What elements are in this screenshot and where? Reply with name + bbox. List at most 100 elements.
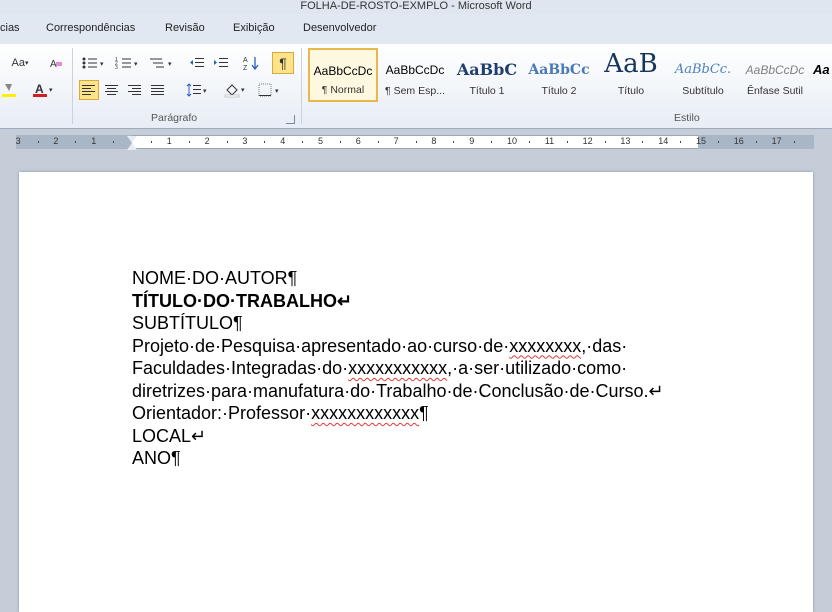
style-heading-1[interactable]: AaBbC Título 1: [452, 48, 522, 102]
bullets-button[interactable]: ▾: [79, 53, 109, 73]
year-line: ANO¶: [132, 448, 181, 468]
svg-text:▾: ▾: [275, 88, 279, 95]
ruler-tick-label: 1: [91, 136, 97, 146]
increase-indent-icon: [214, 58, 228, 67]
ruler-tick-mark: [717, 141, 719, 143]
ruler-left-margin: [16, 135, 132, 149]
pilcrow-icon: ¶: [279, 55, 287, 71]
ruler-tick-label: 7: [393, 136, 399, 146]
ruler-tick-mark: [75, 141, 77, 143]
ruler-tick-label: 9: [469, 136, 475, 146]
style-more[interactable]: Aa: [812, 48, 832, 102]
style-preview: AaBbC: [456, 60, 518, 79]
style-preview: AaBbCcDc: [313, 64, 373, 78]
ruler-tick-mark: [377, 141, 379, 143]
ruler-tick-label: 2: [53, 136, 59, 146]
style-heading-2[interactable]: AaBbCc Título 2: [524, 48, 594, 102]
decrease-indent-icon: [190, 58, 204, 67]
tab-mailings[interactable]: Correspondências: [46, 22, 135, 34]
ruler-tick-mark: [188, 141, 190, 143]
ruler-tick-mark: [339, 141, 341, 143]
styles-gallery: AaBbCcDc ¶ Normal AaBbCcDc ¶ Sem Esp... …: [306, 46, 832, 106]
svg-text:▾: ▾: [168, 61, 172, 68]
style-normal[interactable]: AaBbCcDc ¶ Normal: [308, 48, 378, 102]
clear-formatting-icon: A: [50, 59, 62, 70]
project-line-1: Projeto·de·Pesquisa·apresentado·ao·curso…: [132, 335, 672, 358]
ruler-tick-mark: [37, 141, 39, 143]
ribbon: Aa ▾ A A ▾ ▾ 1 2 3 ▾ ▾ AZ ¶ ▾ ▾ ▾ Parágr…: [0, 44, 832, 129]
document-body[interactable]: NOME·DO·AUTOR¶ TÍTULO·DO·TRABALHO↵ SUBTÍ…: [132, 267, 672, 470]
multilevel-list-button[interactable]: ▾: [147, 53, 177, 73]
style-preview: AaBbCcDc: [745, 63, 805, 77]
decrease-indent-button[interactable]: [187, 53, 207, 73]
text-run: Projeto·de·Pesquisa·apresentado·ao·curso…: [132, 335, 510, 356]
ruler-tick-mark: [566, 141, 568, 143]
borders-icon: ▾: [258, 83, 279, 97]
document-page[interactable]: NOME·DO·AUTOR¶ TÍTULO·DO·TRABALHO↵ SUBTÍ…: [19, 172, 813, 612]
svg-text:▾: ▾: [134, 61, 138, 68]
style-subtitle[interactable]: AaBbCc. Subtítulo: [668, 48, 738, 102]
first-line-indent-marker[interactable]: [127, 136, 137, 143]
clear-formatting-button[interactable]: A: [46, 53, 66, 73]
align-left-button[interactable]: [79, 80, 99, 100]
window-title: FOLHA-DE-ROSTO-EXMPLO - Microsoft Word: [300, 0, 532, 12]
svg-text:A: A: [243, 57, 248, 64]
font-color-button[interactable]: A ▾: [30, 80, 58, 100]
ruler-tick-label: 5: [318, 136, 324, 146]
style-name: Ênfase Sutil: [746, 85, 804, 97]
misspelled-word: xxxxxxxxxxxx: [311, 403, 420, 423]
line-spacing-icon: ▾: [186, 83, 207, 97]
align-right-button[interactable]: [125, 80, 145, 100]
justify-button[interactable]: [148, 80, 168, 100]
align-center-icon: [105, 85, 118, 95]
show-formatting-marks-button[interactable]: ¶: [272, 52, 294, 74]
svg-text:A: A: [50, 59, 57, 70]
justify-icon: [151, 85, 164, 95]
tab-view[interactable]: Exibição: [233, 22, 275, 34]
align-right-icon: [128, 85, 141, 95]
tab-references[interactable]: cias: [0, 22, 20, 34]
ruler-tick-label: 1: [166, 136, 172, 146]
horizontal-ruler[interactable]: 3 2 1 1 2 3 4 5 6 7 8 9 10 11 12 13 14 15 16 17: [0, 129, 832, 155]
ruler-tick-mark: [793, 141, 795, 143]
ruler-tick-mark: [453, 141, 455, 143]
style-title[interactable]: AaB Título: [596, 48, 666, 102]
highlight-color-button[interactable]: [0, 80, 18, 100]
style-no-spacing[interactable]: AaBbCcDc ¶ Sem Esp...: [380, 48, 450, 102]
tab-developer[interactable]: Desenvolvedor: [303, 22, 376, 34]
line-spacing-button[interactable]: ▾: [184, 80, 212, 100]
text-run: Orientador:·Professor·: [132, 403, 312, 423]
highlight-icon: [2, 84, 16, 97]
increase-indent-button[interactable]: [211, 53, 231, 73]
svg-text:▾: ▾: [241, 87, 245, 94]
ruler-tick-label: 10: [507, 136, 518, 146]
ruler-tick-label: 2: [204, 136, 210, 146]
paragraph-dialog-launcher[interactable]: [286, 115, 295, 124]
numbering-button[interactable]: 1 2 3 ▾: [113, 53, 143, 73]
ribbon-tabs: cias Correspondências Revisão Exibição D…: [0, 14, 832, 45]
style-name: Título: [617, 85, 645, 97]
tab-review[interactable]: Revisão: [165, 22, 205, 34]
title-bar: FOLHA-DE-ROSTO-EXMPLO - Microsoft Word: [0, 0, 832, 14]
ruler-tick-mark: [528, 141, 530, 143]
ruler-tick-mark: [604, 141, 606, 143]
style-preview: AaBbCc.: [674, 62, 732, 77]
ruler-tick-label: 15: [696, 136, 707, 146]
change-case-button[interactable]: Aa ▾: [6, 53, 34, 73]
ruler-tick-label: 17: [771, 136, 782, 146]
svg-text:Z: Z: [243, 65, 248, 71]
shading-button[interactable]: ▾: [222, 80, 250, 100]
ruler-tick-mark: [642, 141, 644, 143]
ruler-tick-mark: [680, 141, 682, 143]
bullets-icon: ▾: [82, 57, 104, 69]
sort-button[interactable]: AZ: [241, 53, 261, 73]
ruler-tick-label: 11: [544, 136, 555, 146]
align-center-button[interactable]: [102, 80, 122, 100]
style-subtle-emphasis[interactable]: AaBbCcDc Ênfase Sutil: [740, 48, 810, 102]
svg-text:A: A: [35, 82, 44, 96]
hanging-indent-marker[interactable]: [127, 143, 137, 150]
borders-button[interactable]: ▾: [256, 80, 284, 100]
svg-text:▾: ▾: [100, 61, 104, 68]
text-run: ¶: [419, 403, 429, 423]
ruler-tick-label: 12: [582, 136, 593, 146]
